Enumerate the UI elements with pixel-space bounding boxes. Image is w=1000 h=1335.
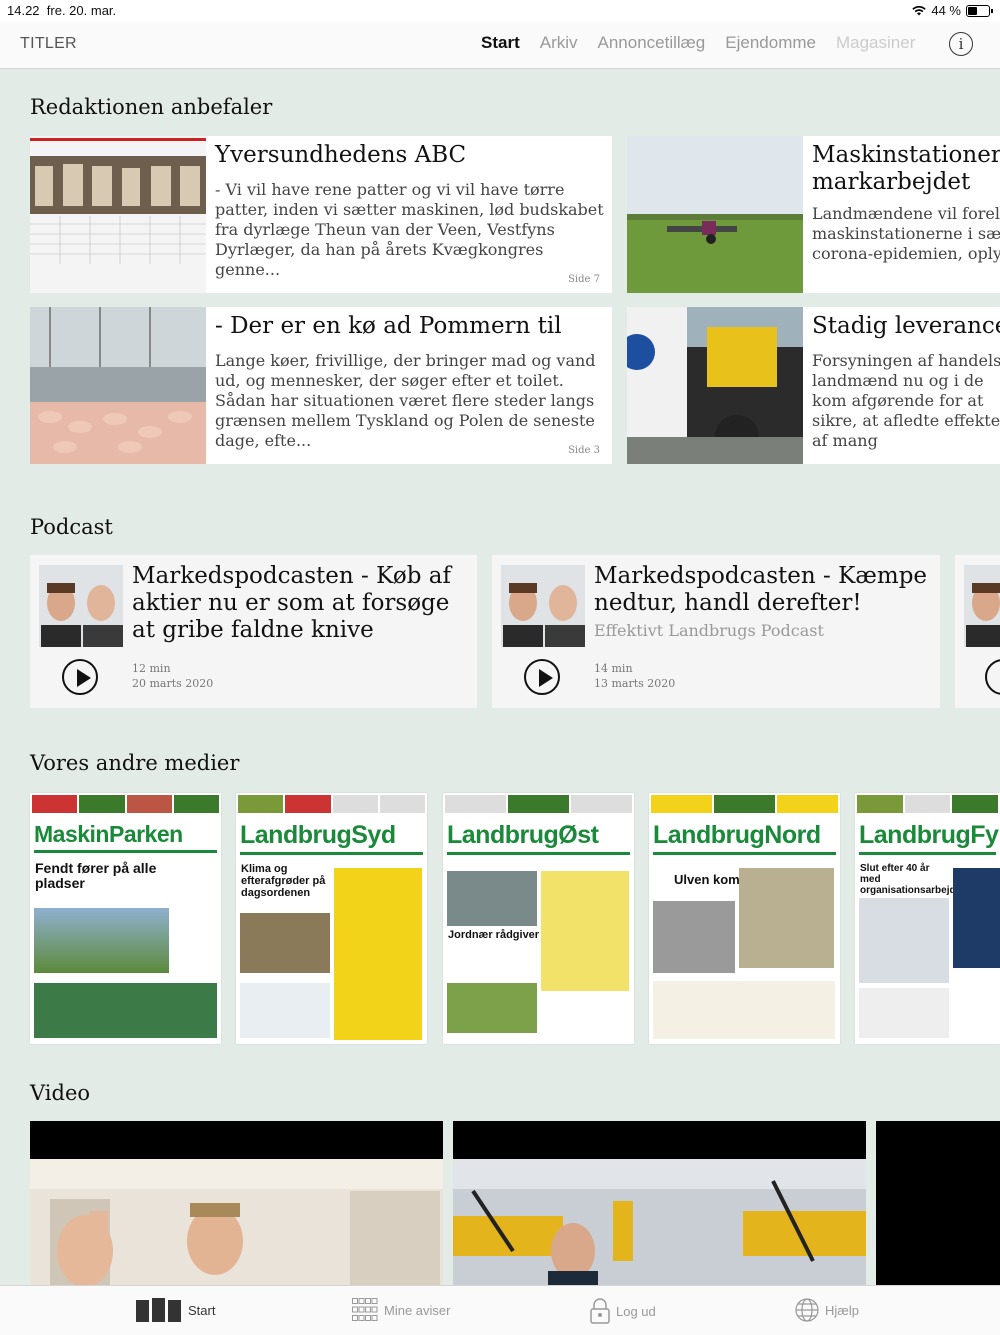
- battery-percent: 44 %: [931, 3, 961, 18]
- globe-icon: [795, 1298, 819, 1322]
- article-description: - Vi vil have rene patter og vi vil have…: [215, 180, 604, 279]
- play-icon[interactable]: [524, 659, 560, 695]
- article-page: Side 3: [568, 445, 600, 456]
- lock-icon: [590, 1298, 610, 1324]
- article-card[interactable]: - Der er en kø ad Pommern til Lange køer…: [30, 307, 612, 464]
- newspaper-headline: Slut efter 40 år med organisationsarbejd…: [860, 863, 962, 896]
- article-title: - Der er en kø ad Pommern til: [215, 313, 562, 339]
- newspaper-headline: Klima og efterafgrøder på dagsordenen: [241, 863, 326, 899]
- status-right: 44 %: [912, 3, 993, 18]
- section-title-recommended: Redaktionen anbefaler: [30, 95, 273, 119]
- podcast-subtitle: Effektivt Landbrugs Podcast: [594, 621, 824, 640]
- newspaper-name: LandbrugFy: [859, 821, 999, 849]
- bottom-tab-label: Mine aviser: [384, 1302, 451, 1318]
- bottom-tab-hjaelp[interactable]: Hjælp: [795, 1298, 859, 1322]
- section-title-podcast: Podcast: [30, 515, 113, 539]
- newspaper-name: LandbrugNord: [653, 821, 821, 849]
- tab-magasiner[interactable]: Magasiner: [836, 33, 915, 53]
- battery-icon: [966, 4, 993, 17]
- tab-bar: Start Arkiv Annoncetillæg Ejendomme Maga…: [481, 33, 935, 53]
- newspaper-cover[interactable]: LandbrugFy Slut efter 40 år med organisa…: [855, 793, 1000, 1044]
- tab-arkiv[interactable]: Arkiv: [540, 33, 578, 53]
- podcast-title: Markedspodcasten - Kæmpe nedtur, handl d…: [594, 563, 928, 616]
- podcast-card[interactable]: Markedspodcasten - Kæmpe nedtur, handl d…: [492, 555, 940, 708]
- article-description: Forsyningen af handelsg landmænd nu og i…: [812, 351, 1000, 450]
- podcast-avatar: [501, 565, 585, 647]
- status-time: 14.22 fre. 20. mar.: [7, 3, 117, 18]
- newspaper-headline: Jordnær rådgiver: [448, 929, 540, 941]
- newspaper-name: LandbrugSyd: [240, 821, 396, 849]
- article-card[interactable]: Stadig leverancer Forsyningen af handels…: [627, 307, 1000, 464]
- wifi-icon: [912, 5, 927, 15]
- play-icon[interactable]: [62, 659, 98, 695]
- article-thumbnail: [30, 307, 206, 464]
- tab-annoncetillaeg[interactable]: Annoncetillæg: [598, 33, 706, 53]
- titles-button[interactable]: TITLER: [20, 35, 77, 53]
- podcast-title: Markedspodcasten - Køb af aktier nu er s…: [132, 563, 451, 643]
- video-thumbnail[interactable]: [453, 1121, 866, 1285]
- article-thumbnail: [627, 136, 803, 293]
- article-description: Lange køer, frivillige, der bringer mad …: [215, 351, 596, 450]
- video-thumbnail[interactable]: [876, 1121, 1000, 1285]
- newspaper-cover[interactable]: MaskinParken Fendt fører på alle pladser: [30, 793, 221, 1044]
- info-icon[interactable]: i: [949, 32, 973, 56]
- newspaper-name: LandbrugØst: [447, 821, 599, 849]
- bottom-tab-start[interactable]: Start: [136, 1298, 215, 1322]
- article-thumbnail: [627, 307, 803, 464]
- bottom-tab-label: Hjælp: [825, 1302, 859, 1318]
- article-card[interactable]: Yversundhedens ABC - Vi vil have rene pa…: [30, 136, 612, 293]
- podcast-avatar: [964, 565, 1000, 647]
- newspaper-headline: Fendt fører på alle pladser: [35, 860, 157, 891]
- article-description: Landmændene vil forelø maskinstationerne…: [812, 204, 1000, 263]
- podcast-card[interactable]: Markedspodcasten - Køb af aktier nu er s…: [30, 555, 477, 708]
- article-title: Yversundhedens ABC: [215, 142, 467, 168]
- section-title-media: Vores andre medier: [30, 751, 240, 775]
- status-bar: 14.22 fre. 20. mar. 44 %: [0, 0, 1000, 22]
- podcast-meta: 12 min 20 marts 2020: [132, 662, 214, 690]
- article-title: Maskinstationer emarkarbejdet: [812, 142, 1000, 195]
- tab-ejendomme[interactable]: Ejendomme: [725, 33, 816, 53]
- tab-start[interactable]: Start: [481, 33, 520, 53]
- article-thumbnail: [30, 136, 206, 293]
- play-icon[interactable]: [985, 659, 1000, 695]
- bottom-tab-log-ud[interactable]: Log ud: [590, 1298, 656, 1324]
- newspaper-cover[interactable]: LandbrugNord Ulven kommer: [649, 793, 840, 1044]
- bottom-tab-label: Log ud: [616, 1303, 656, 1319]
- bottom-tab-label: Start: [188, 1302, 216, 1318]
- section-title-video: Video: [30, 1081, 91, 1105]
- video-thumbnail[interactable]: [30, 1121, 443, 1285]
- start-icon: [136, 1298, 181, 1322]
- newspaper-name: MaskinParken: [34, 821, 183, 847]
- podcast-avatar: [39, 565, 123, 647]
- bottom-tab-bar: Start Mine aviser Log ud Hjælp: [0, 1285, 1000, 1335]
- article-title: Stadig leverancer: [812, 313, 1000, 339]
- article-page: Side 7: [568, 274, 600, 285]
- top-navigation: TITLER Start Arkiv Annoncetillæg Ejendom…: [0, 22, 1000, 69]
- article-card[interactable]: Maskinstationer emarkarbejdet Landmænden…: [627, 136, 1000, 293]
- podcast-card[interactable]: [955, 555, 1000, 708]
- bottom-tab-mine-aviser[interactable]: Mine aviser: [352, 1298, 450, 1322]
- grid-icon: [352, 1298, 378, 1321]
- podcast-meta: 14 min 13 marts 2020: [594, 662, 676, 690]
- newspaper-cover[interactable]: LandbrugØst Jordnær rådgiver: [443, 793, 634, 1044]
- newspaper-cover[interactable]: LandbrugSyd Klima og efterafgrøder på da…: [236, 793, 427, 1044]
